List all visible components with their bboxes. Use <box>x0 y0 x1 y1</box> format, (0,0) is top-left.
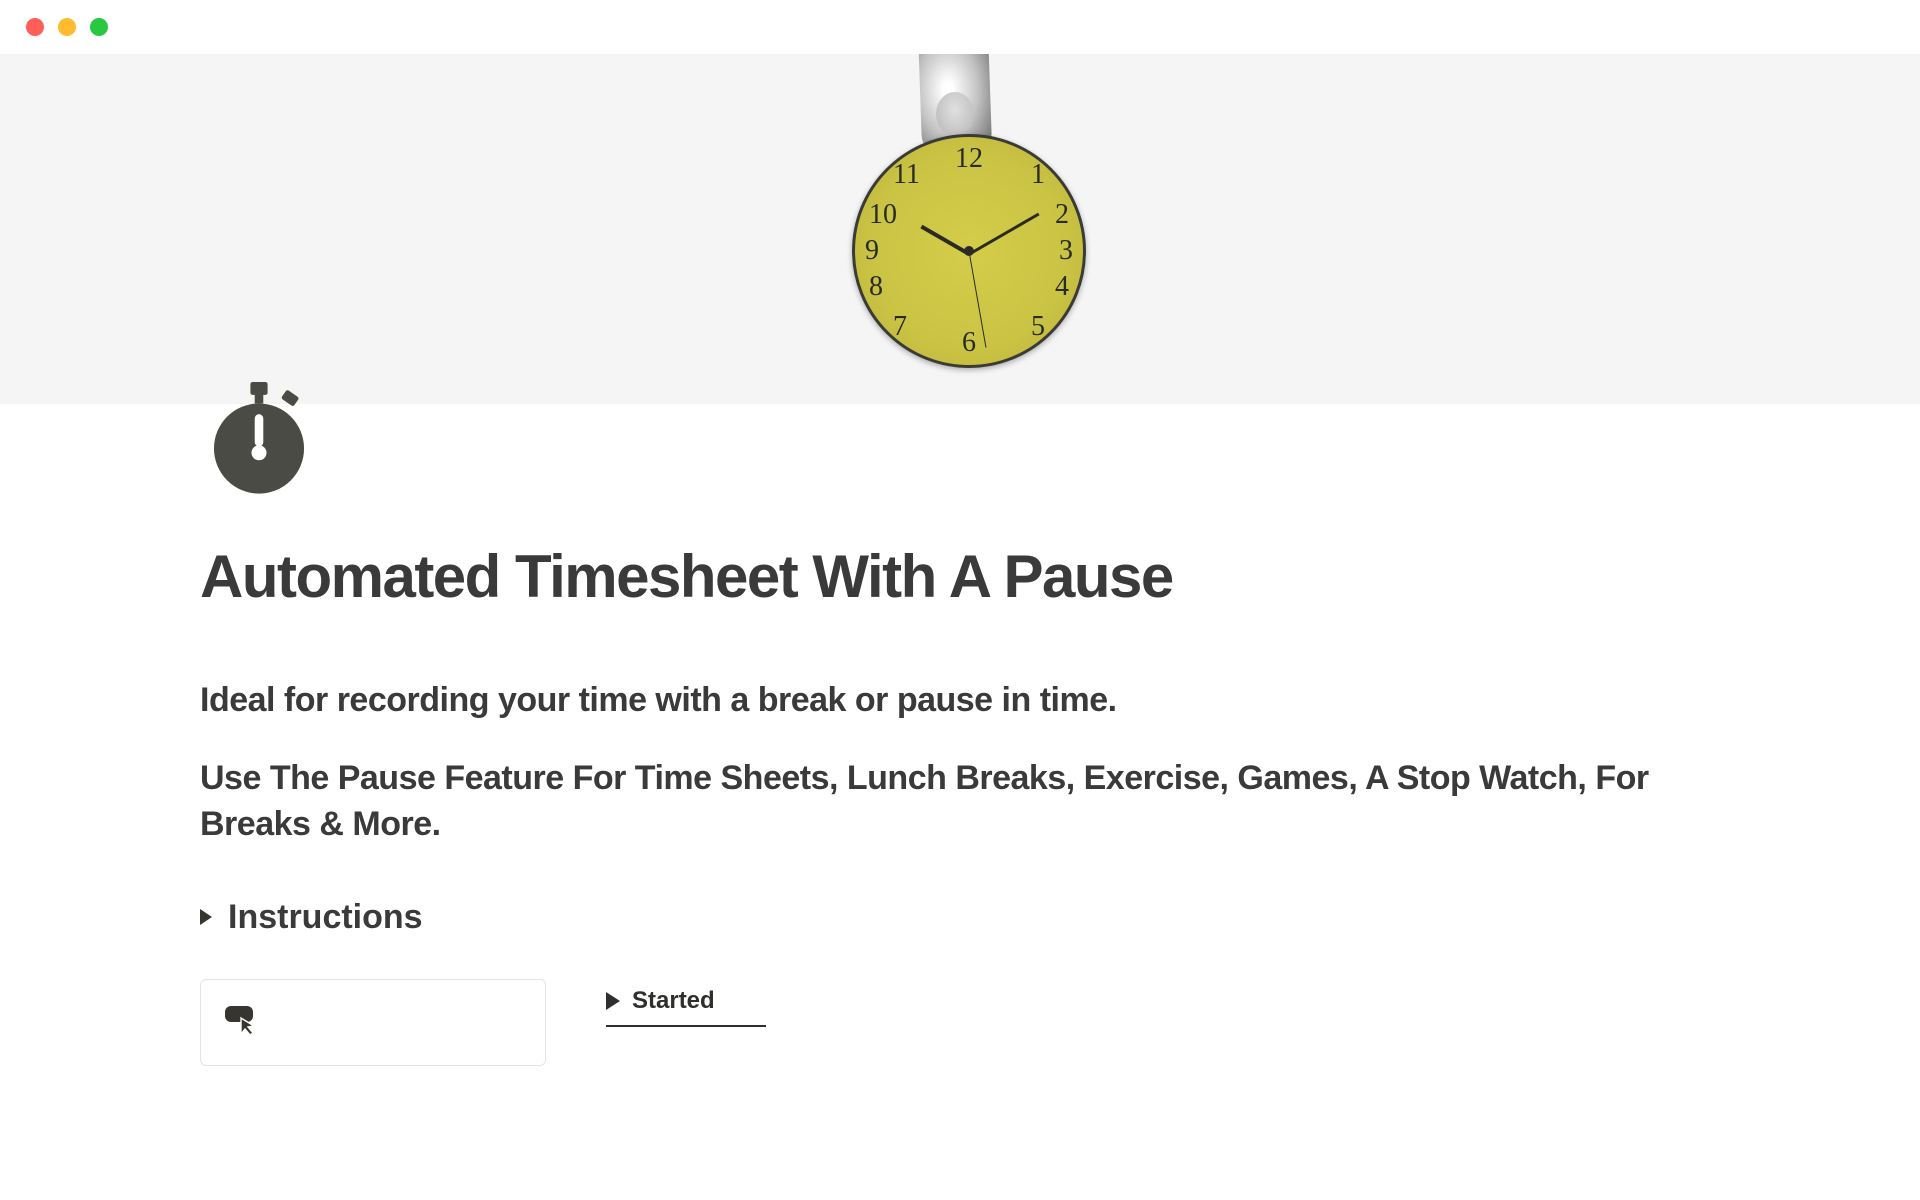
clock-numeral: 4 <box>1055 271 1069 303</box>
toggle-label: Instructions <box>228 898 423 937</box>
tab-underline <box>606 1025 766 1028</box>
clock-numeral: 9 <box>865 235 879 267</box>
clock-numeral: 3 <box>1059 235 1073 267</box>
clock-numeral: 5 <box>1031 311 1045 343</box>
play-icon <box>606 992 620 1010</box>
clock-numeral: 12 <box>955 143 983 175</box>
clock-numeral: 11 <box>893 159 920 191</box>
page-cover[interactable]: 12 1 2 3 4 5 6 7 8 9 10 11 <box>0 54 1920 404</box>
clock-numeral: 7 <box>893 311 907 343</box>
page-subtitle-1[interactable]: Ideal for recording your time with a bre… <box>200 678 1720 724</box>
window-titlebar <box>0 0 1920 54</box>
clock-numeral: 1 <box>1031 159 1045 191</box>
window-maximize-button[interactable] <box>90 18 108 36</box>
tab-label: Started <box>632 987 715 1015</box>
database-view-tab-started[interactable]: Started <box>606 987 1720 1015</box>
clock-numeral: 8 <box>869 271 883 303</box>
window-close-button[interactable] <box>26 18 44 36</box>
page-subtitle-2[interactable]: Use The Pause Feature For Time Sheets, L… <box>200 756 1720 848</box>
cover-image: 12 1 2 3 4 5 6 7 8 9 10 11 <box>840 54 1080 404</box>
clock-numeral: 2 <box>1055 199 1069 231</box>
clock-numeral: 10 <box>869 199 897 231</box>
toggle-instructions[interactable]: Instructions <box>200 898 1720 937</box>
toggle-arrow-icon <box>200 909 212 925</box>
clock-numeral: 6 <box>962 327 976 359</box>
window-minimize-button[interactable] <box>58 18 76 36</box>
page-title[interactable]: Automated Timesheet With A Pause <box>200 544 1720 610</box>
click-button-icon <box>223 1004 263 1036</box>
page-icon-stopwatch[interactable] <box>200 382 318 500</box>
callout-block[interactable] <box>200 979 546 1066</box>
